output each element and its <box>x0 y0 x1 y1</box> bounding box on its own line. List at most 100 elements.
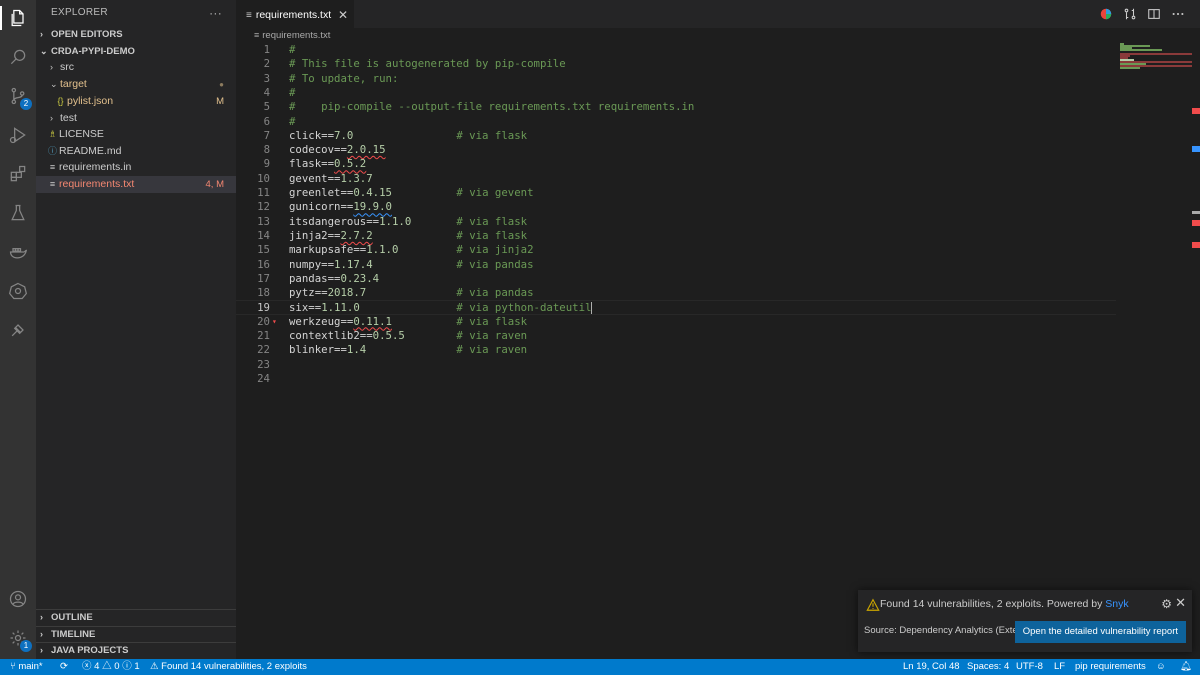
code-line[interactable]: 9 flask==0.5.2 <box>236 157 1116 171</box>
package-version[interactable]: 0.5.5 <box>373 329 405 342</box>
language-mode[interactable]: pip requirements <box>1075 659 1146 675</box>
tree-item-readme[interactable]: ⓘ README.md <box>36 143 236 160</box>
code-line[interactable]: 8 codecov==2.0.15 <box>236 143 1116 157</box>
encoding-status[interactable]: UTF-8 <box>1016 659 1043 675</box>
run-debug-icon[interactable] <box>6 123 30 147</box>
snyk-link[interactable]: Snyk <box>1105 598 1128 610</box>
package-version[interactable]: 1.4 <box>347 343 366 356</box>
breadcrumb[interactable]: ≡ requirements.txt <box>236 28 1200 42</box>
code-line[interactable]: 12 gunicorn==19.9.0 <box>236 200 1116 214</box>
code-line[interactable]: 17 pandas==0.23.4 <box>236 272 1116 286</box>
tree-item-requirements-txt[interactable]: ≡ requirements.txt 4, M <box>36 176 236 193</box>
open-editors-section[interactable]: › OPEN EDITORS <box>36 26 236 43</box>
notification-message: Found 14 vulnerabilities, 2 exploits. Po… <box>880 598 1129 610</box>
problems-status[interactable]: ⓧ 4 △ 0 ⓘ 1 <box>82 659 140 675</box>
package-version[interactable]: 1.1.0 <box>366 243 398 256</box>
timeline-section[interactable]: › TIMELINE <box>36 626 236 643</box>
extensions-icon[interactable] <box>6 162 30 186</box>
explorer-more-button[interactable]: ··· <box>209 0 222 26</box>
code-line[interactable]: 13 itsdangerous==1.1.0 # via flask <box>236 215 1116 229</box>
kubernetes-icon[interactable] <box>6 279 30 303</box>
tree-item-license[interactable]: ♗ LICENSE <box>36 126 236 143</box>
padding <box>392 315 456 328</box>
java-projects-section[interactable]: › JAVA PROJECTS <box>36 642 236 659</box>
code-line[interactable]: 20 ▾ werkzeug==0.11.1 # via flask <box>236 315 1116 329</box>
tab-requirements-txt[interactable]: ≡ requirements.txt ✕ <box>236 0 354 28</box>
code-editor[interactable]: 1 #2 # This file is autogenerated by pip-c… <box>236 43 1116 659</box>
account-icon[interactable] <box>6 587 30 611</box>
vulnerability-status[interactable]: ⚠ Found 14 vulnerabilities, 2 exploits <box>150 659 307 675</box>
package-version[interactable]: 1.1.0 <box>379 215 411 228</box>
gear-icon[interactable]: ⚙ <box>1161 597 1172 611</box>
tree-item-src[interactable]: › src <box>36 59 236 76</box>
remote-explorer-icon[interactable] <box>6 318 30 342</box>
package-version[interactable]: 19.9.0 <box>353 200 392 213</box>
testing-icon[interactable] <box>6 201 30 225</box>
tree-item-pylist-json[interactable]: {} pylist.json M <box>36 93 236 110</box>
code-line[interactable]: 16 numpy==1.17.4 # via pandas <box>236 258 1116 272</box>
tree-item-test[interactable]: › test <box>36 110 236 127</box>
chevron-right-icon: › <box>50 62 53 72</box>
package-name: jinja2== <box>289 228 341 242</box>
code-line[interactable]: 14 jinja2==2.7.2 # via flask <box>236 229 1116 243</box>
eol-status[interactable]: LF <box>1054 659 1065 675</box>
tree-item-requirements-in[interactable]: ≡ requirements.in <box>36 159 236 176</box>
package-name: greenlet== <box>289 186 354 199</box>
package-name: blinker== <box>289 343 347 357</box>
code-line[interactable]: 19 six==1.11.0 # via python-dateutil <box>236 300 1116 315</box>
code-line[interactable]: 6 # <box>236 115 1116 129</box>
code-line[interactable]: 23 <box>236 358 1116 372</box>
code-line[interactable]: 2 # This file is autogenerated by pip-com… <box>236 57 1116 71</box>
code-line[interactable]: 21 contextlib2==0.5.5 # via raven <box>236 329 1116 343</box>
source-control-icon[interactable]: 2 <box>6 84 32 110</box>
split-editor-icon[interactable] <box>1146 6 1162 22</box>
package-version[interactable]: 7.0 <box>334 129 353 142</box>
error-gutter-icon[interactable]: ▾ <box>272 315 277 329</box>
feedback-icon[interactable]: ☺ <box>1156 659 1166 675</box>
dependency-analytics-icon[interactable] <box>1098 6 1114 22</box>
package-version[interactable]: 1.17.4 <box>334 258 373 271</box>
code-line[interactable]: 4 # <box>236 86 1116 100</box>
package-version[interactable]: 0.23.4 <box>340 272 379 285</box>
code-line[interactable]: 22 blinker==1.4 # via raven <box>236 343 1116 357</box>
package-version[interactable]: 1.11.0 <box>321 301 360 314</box>
code-line[interactable]: 5 # pip-compile --output-file requirement… <box>236 100 1116 114</box>
settings-gear-icon[interactable]: 1 <box>6 626 32 652</box>
open-report-button[interactable]: Open the detailed vulnerability report <box>1014 621 1186 643</box>
branch-status[interactable]: ⑂ main* <box>10 659 43 675</box>
package-version[interactable]: 2.0.15 <box>347 143 386 156</box>
line-number: 11 <box>257 186 270 199</box>
code-line[interactable]: 18 pytz==2018.7 # via pandas <box>236 286 1116 300</box>
branch-label: main* <box>18 661 43 672</box>
indentation-status[interactable]: Spaces: 4 <box>967 659 1009 675</box>
package-version[interactable]: 0.11.1 <box>353 315 392 328</box>
overview-ruler[interactable] <box>1190 28 1200 659</box>
code-line[interactable]: 11 greenlet==0.4.15 # via gevent <box>236 186 1116 200</box>
code-line[interactable]: 3 # To update, run: <box>236 72 1116 86</box>
outline-section[interactable]: › OUTLINE <box>36 609 236 626</box>
package-version[interactable]: 1.3.7 <box>340 172 372 185</box>
explorer-icon[interactable] <box>6 6 30 30</box>
more-actions-icon[interactable] <box>1170 6 1186 22</box>
close-icon[interactable]: ✕ <box>338 1 348 29</box>
search-icon[interactable] <box>6 45 30 69</box>
code-line[interactable]: 10 gevent==1.3.7 <box>236 172 1116 186</box>
package-version[interactable]: 2018.7 <box>328 286 367 299</box>
code-line[interactable]: 7 click==7.0 # via flask <box>236 129 1116 143</box>
project-section[interactable]: ⌄ CRDA-PYPI-DEMO <box>36 43 236 60</box>
minimap[interactable] <box>1118 43 1192 73</box>
code-line[interactable]: 15 markupsafe==1.1.0 # via jinja2 <box>236 243 1116 257</box>
package-version[interactable]: 2.7.2 <box>340 229 372 242</box>
notifications-bell-icon[interactable]: 🔔︎ <box>1180 659 1192 675</box>
package-version[interactable]: 0.5.2 <box>334 157 366 170</box>
tree-item-target[interactable]: ⌄ target ● <box>36 76 236 93</box>
via-comment: # via jinja2 <box>456 243 534 257</box>
docker-icon[interactable] <box>6 240 30 264</box>
close-icon[interactable]: ✕ <box>1175 595 1186 611</box>
code-line[interactable]: 1 # <box>236 43 1116 57</box>
code-line[interactable]: 24 <box>236 372 1116 386</box>
compare-changes-icon[interactable] <box>1122 6 1138 22</box>
sync-icon[interactable]: ⟳ <box>60 659 68 675</box>
package-version[interactable]: 0.4.15 <box>353 186 392 199</box>
cursor-position[interactable]: Ln 19, Col 48 <box>903 659 960 675</box>
